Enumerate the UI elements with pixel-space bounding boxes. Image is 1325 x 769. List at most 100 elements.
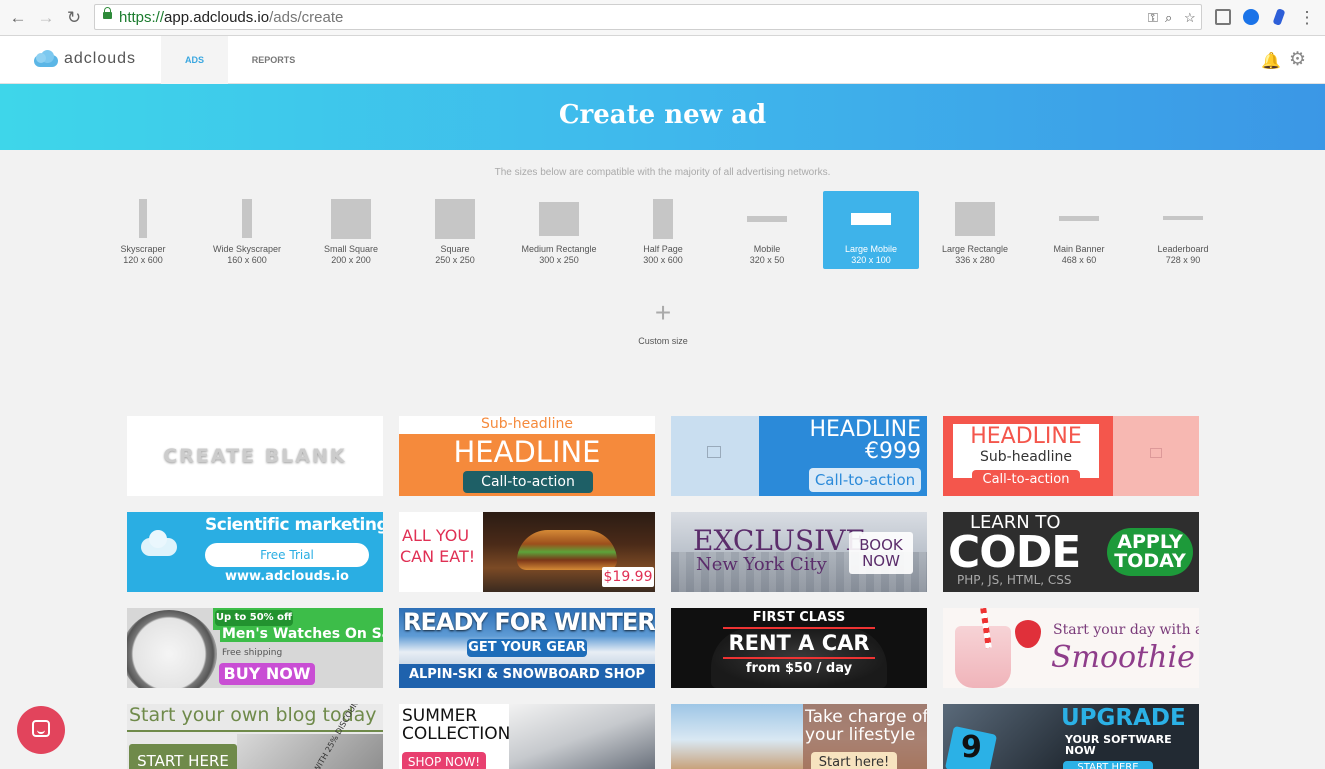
size-shape — [851, 213, 891, 225]
template-smoothie[interactable]: Start your day with a Smoothie — [943, 608, 1199, 688]
url-text: https://app.adclouds.io/ads/create — [119, 9, 344, 26]
template-upgrade[interactable]: 9 UPGRADE YOUR SOFTWARE NOW START HERE — [943, 704, 1199, 769]
template-text: READY FOR WINTER? — [403, 608, 655, 636]
size-option-wide-skyscraper[interactable]: Wide Skyscraper 160 x 600 — [199, 191, 295, 269]
template-text: Take charge of — [805, 707, 927, 727]
custom-size-button[interactable]: + Custom size — [615, 297, 711, 352]
size-dims: 320 x 50 — [749, 255, 785, 265]
adclouds-logo-icon[interactable] — [32, 49, 60, 69]
template-create-blank[interactable]: CREATE BLANK — [127, 416, 383, 496]
size-name: Square — [440, 244, 470, 254]
template-text: Sub-headline — [481, 416, 573, 432]
template-lifestyle[interactable]: Take charge of your lifestyle Start here… — [671, 704, 927, 769]
chrome-menu-icon[interactable]: ⋮ — [1297, 8, 1317, 28]
template-text: Men's Watches On Sale — [220, 626, 383, 642]
size-dims: 300 x 250 — [539, 255, 579, 265]
size-shape — [955, 202, 995, 236]
size-option-large-rectangle[interactable]: Large Rectangle 336 x 280 — [927, 191, 1023, 269]
template-text: RENT A CAR — [728, 631, 870, 655]
template-text: UPGRADE — [1061, 705, 1186, 731]
size-shape — [747, 216, 787, 222]
size-name: Large Mobile — [844, 244, 898, 254]
template-text: HEADLINE — [453, 435, 601, 469]
size-name: Mobile — [753, 244, 781, 254]
template-headline-orange[interactable]: Sub-headline HEADLINE Call-to-action — [399, 416, 655, 496]
template-cta: Call-to-action — [809, 468, 921, 492]
template-ready-for-winter[interactable]: READY FOR WINTER? GET YOUR GEAR ALPIN-SK… — [399, 608, 655, 688]
size-option-skyscraper[interactable]: Skyscraper 120 x 600 — [95, 191, 191, 269]
template-cta: SHOP NOW! — [402, 752, 486, 769]
size-option-mobile[interactable]: Mobile 320 x 50 — [719, 191, 815, 269]
size-name: Small Square — [323, 244, 379, 254]
chat-icon — [32, 720, 50, 737]
bookmark-star-icon[interactable]: ☆ — [1184, 10, 1196, 26]
logo-text[interactable]: adclouds — [64, 50, 136, 68]
cloud-icon-part — [149, 530, 167, 548]
back-icon[interactable]: ← — [8, 8, 28, 28]
settings-gear-icon[interactable]: ⚙ — [1289, 48, 1306, 71]
template-rent-a-car[interactable]: FIRST CLASS RENT A CAR from $50 / day — [671, 608, 927, 688]
sizes-note: The sizes below are compatible with the … — [494, 167, 831, 178]
zoom-icon[interactable]: ⌕ — [1165, 10, 1172, 26]
size-dims: 300 x 600 — [643, 255, 683, 265]
template-summer-collection[interactable]: SUMMER COLLECTION SHOP NOW! — [399, 704, 655, 769]
reload-icon[interactable]: ↻ — [64, 8, 84, 28]
template-blog[interactable]: Start your own blog today NOW WITH 25% D… — [127, 704, 383, 769]
template-text: CODE — [948, 527, 1081, 578]
size-option-small-square[interactable]: Small Square 200 x 200 — [303, 191, 399, 269]
template-headline-red[interactable]: HEADLINE Sub-headline Call-to-action — [943, 416, 1199, 496]
extension-icon[interactable] — [1243, 9, 1259, 25]
plus-icon: + — [654, 297, 672, 328]
template-text: www.adclouds.io — [225, 569, 349, 584]
template-price: $19.99 — [602, 567, 654, 587]
template-headline-blue[interactable]: HEADLINE €999 Call-to-action — [671, 416, 927, 496]
tab-reports[interactable]: REPORTS — [240, 36, 307, 84]
template-text: TODAY — [1114, 550, 1186, 572]
size-name: Half Page — [643, 244, 683, 254]
lock-icon — [103, 7, 112, 19]
size-shape — [1163, 216, 1203, 220]
template-cta: Call-to-action — [972, 470, 1080, 490]
template-text: CREATE BLANK — [163, 445, 347, 467]
image-placeholder-icon — [1150, 448, 1162, 458]
template-text: NOW — [862, 552, 900, 570]
size-dims: 336 x 280 — [955, 255, 995, 265]
forward-icon[interactable]: → — [36, 8, 56, 28]
size-option-main-banner[interactable]: Main Banner 468 x 60 — [1031, 191, 1127, 269]
template-text: your lifestyle — [805, 725, 916, 745]
template-text: Free shipping — [222, 648, 283, 658]
size-option-medium-rectangle[interactable]: Medium Rectangle 300 x 250 — [511, 191, 607, 269]
template-cta: GET YOUR GEAR — [467, 639, 587, 657]
size-option-square[interactable]: Square 250 x 250 — [407, 191, 503, 269]
size-shape — [139, 199, 147, 238]
custom-size-label: Custom size — [638, 336, 688, 346]
template-text: Start your day with a — [1053, 622, 1199, 638]
template-exclusive-nyc[interactable]: EXCLUSIVE New York City BOOK NOW — [671, 512, 927, 592]
tab-ads[interactable]: ADS — [161, 36, 228, 84]
template-mens-watches[interactable]: Up to 50% off Men's Watches On Sale Free… — [127, 608, 383, 688]
size-name: Large Rectangle — [941, 244, 1009, 254]
cast-icon[interactable] — [1215, 9, 1231, 25]
size-name: Medium Rectangle — [521, 244, 597, 254]
notification-bell-icon[interactable]: 🔔 — [1261, 51, 1281, 71]
template-scientific-marketing[interactable]: Scientific marketing Free Trial www.adcl… — [127, 512, 383, 592]
size-name: Leaderboard — [1157, 244, 1209, 254]
size-dims: 320 x 100 — [851, 255, 891, 265]
size-name: Skyscraper — [120, 244, 166, 254]
chat-launcher-button[interactable] — [17, 706, 65, 754]
size-shape — [539, 202, 579, 236]
address-bar[interactable]: https://app.adclouds.io/ads/create ⚿ ⌕ ☆ — [94, 4, 1202, 30]
size-option-leaderboard[interactable]: Leaderboard 728 x 90 — [1135, 191, 1231, 269]
template-learn-to-code[interactable]: LEARN TO CODE PHP, JS, HTML, CSS APPLY T… — [943, 512, 1199, 592]
pin-extension-icon[interactable] — [1272, 8, 1286, 26]
template-cta: Call-to-action — [463, 471, 593, 493]
template-all-you-can-eat[interactable]: ALL YOU CAN EAT! $19.99 — [399, 512, 655, 592]
size-option-large-mobile[interactable]: Large Mobile 320 x 100 — [823, 191, 919, 269]
size-shape — [1059, 216, 1099, 221]
template-text: New York City — [696, 554, 827, 575]
size-option-half-page[interactable]: Half Page 300 x 600 — [615, 191, 711, 269]
template-cta: START HERE — [1063, 761, 1153, 769]
size-shape — [331, 199, 371, 239]
size-dims: 200 x 200 — [331, 255, 371, 265]
key-icon[interactable]: ⚿ — [1148, 10, 1158, 26]
